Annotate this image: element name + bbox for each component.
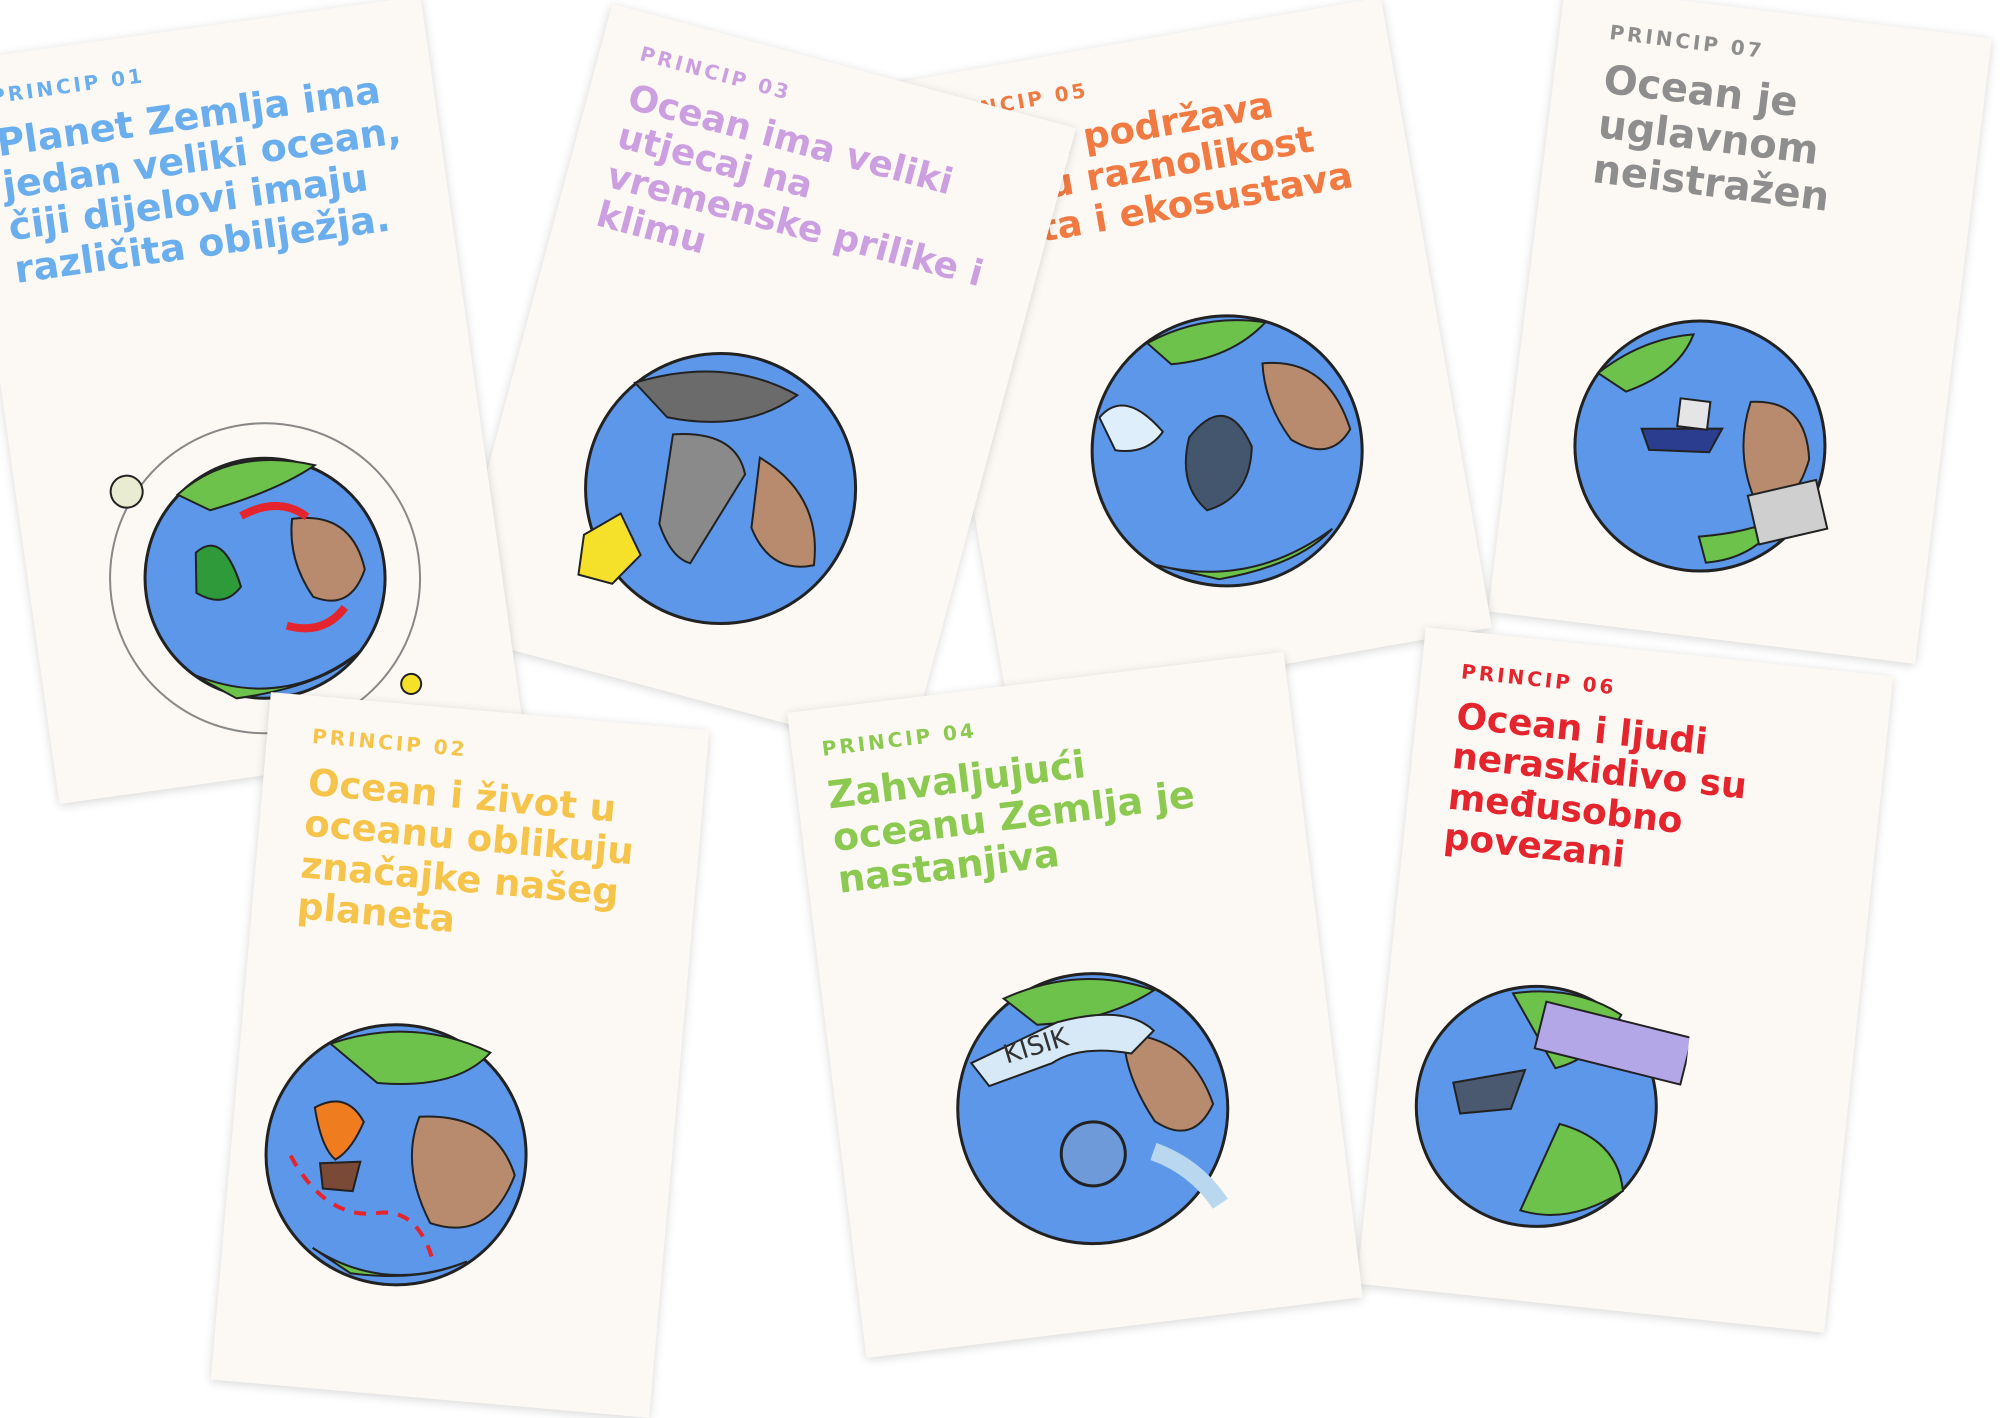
globe-illustration xyxy=(1414,984,1694,1228)
globe-illustration xyxy=(1573,319,1829,573)
card-principle-03: PRINCIP 03 Ocean ima veliki utjecaj na v… xyxy=(444,3,1076,757)
card-principle-04: PRINCIP 04 Zahvaljujući oceanu Zemlja je… xyxy=(787,651,1363,1359)
globe-illustration: KISIK xyxy=(956,972,1230,1246)
card-title: Ocean je uglavnom neistražen xyxy=(1590,56,1832,221)
card-principle-07: PRINCIP 07 Ocean je uglavnom neistražen xyxy=(1488,0,1992,664)
card-title: Ocean ima veliki utjecaj na vremenske pr… xyxy=(592,77,988,295)
globe-illustration xyxy=(264,1023,528,1287)
card-title: Ocean i ljudi neraskidivo su međusobno p… xyxy=(1441,696,1749,877)
globe-illustration xyxy=(1090,314,1364,588)
card-principle-06: PRINCIP 06 Ocean i ljudi neraskidivo su … xyxy=(1356,627,1894,1333)
card-principle-01: PRINCIP 01 Planet Zemlja ima jedan velik… xyxy=(0,0,525,805)
card-title: Ocean i život u oceanu oblikuju značajke… xyxy=(295,760,636,942)
card-principle-02: PRINCIP 02 Ocean i život u oceanu obliku… xyxy=(210,692,710,1418)
globe-illustration xyxy=(577,351,858,625)
